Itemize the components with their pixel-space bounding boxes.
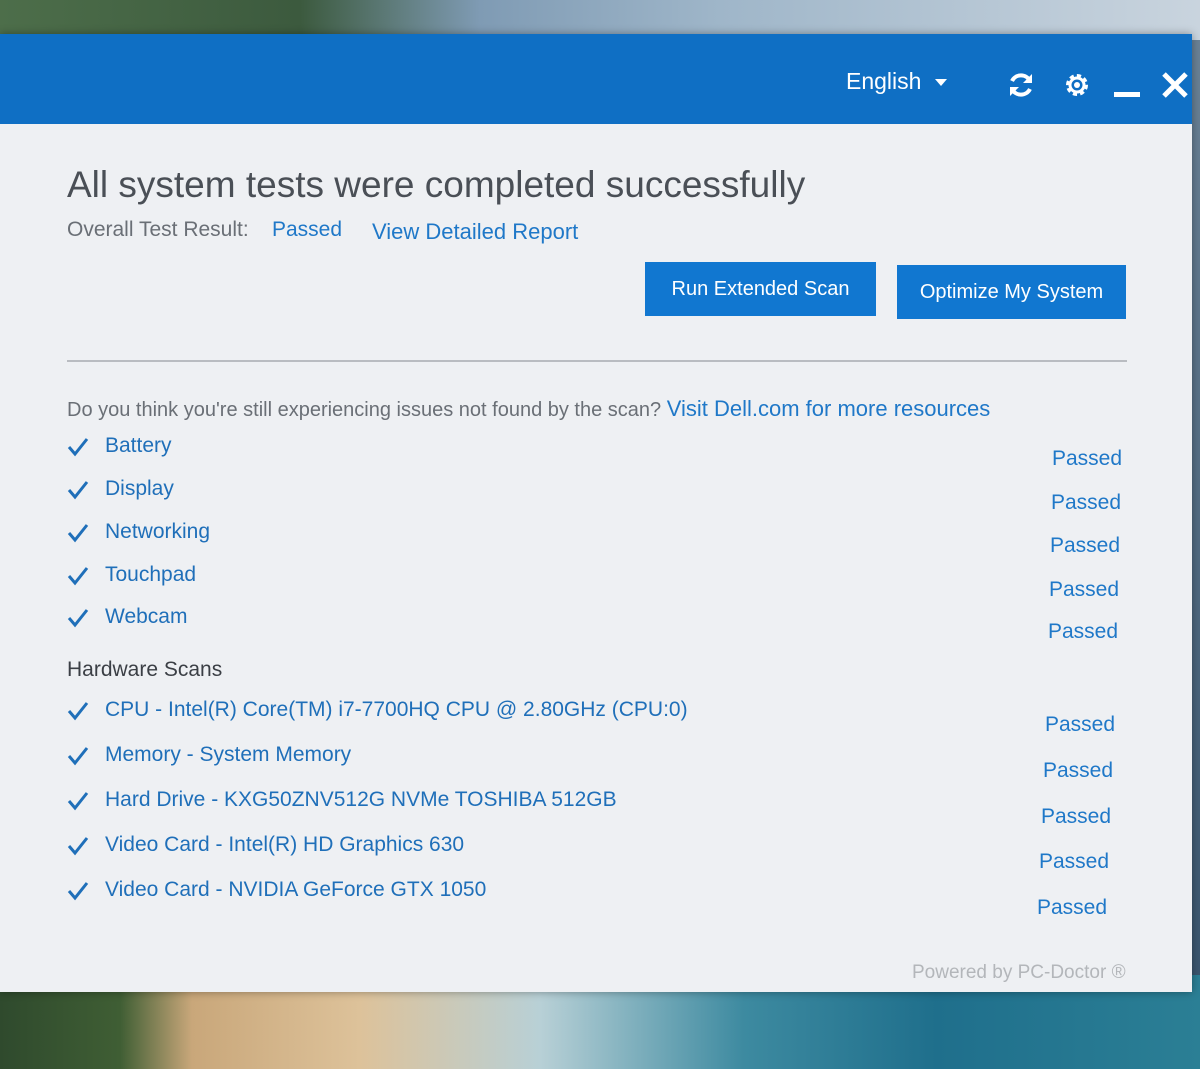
hardware-name: Video Card - Intel(R) HD Graphics 630 xyxy=(105,833,465,856)
test-name: Webcam xyxy=(105,605,188,628)
list-item: Networking Passed xyxy=(67,520,1127,557)
test-status: Passed xyxy=(1049,578,1120,601)
hardware-status: Passed xyxy=(1039,850,1110,873)
test-name: Networking xyxy=(105,520,211,543)
hardware-name: Hard Drive - KXG50ZNV512G NVMe TOSHIBA 5… xyxy=(105,788,617,811)
test-name: Battery xyxy=(105,434,172,457)
language-selector[interactable]: English xyxy=(846,68,921,95)
title-bar: English xyxy=(0,34,1192,124)
table-row: CPU - Intel(R) Core(TM) i7-7700HQ CPU @ … xyxy=(67,698,1127,736)
table-row: Memory - System Memory Passed xyxy=(67,743,1127,782)
hardware-name: Memory - System Memory xyxy=(105,743,352,766)
hardware-scans-heading: Hardware Scans xyxy=(67,658,223,681)
minimize-icon[interactable] xyxy=(1112,70,1142,100)
checkmark-icon xyxy=(67,702,89,721)
hardware-name: Video Card - NVIDIA GeForce GTX 1050 xyxy=(105,878,487,901)
dell-resources-link[interactable]: Visit Dell.com for more resources xyxy=(667,396,991,421)
hardware-name: CPU - Intel(R) Core(TM) i7-7700HQ CPU @ … xyxy=(105,698,688,721)
table-row: Video Card - Intel(R) HD Graphics 630 Pa… xyxy=(67,833,1127,873)
test-status: Passed xyxy=(1051,491,1122,514)
help-question-text: Do you think you're still experiencing i… xyxy=(67,399,667,421)
list-item: Webcam Passed xyxy=(67,605,1127,643)
powered-by-footer: Powered by PC-Doctor ® xyxy=(912,962,1126,983)
list-item: Battery Passed xyxy=(67,434,1127,470)
checkmark-icon xyxy=(67,438,89,457)
overall-result-label: Overall Test Result: xyxy=(67,218,249,241)
test-name: Touchpad xyxy=(105,563,197,586)
test-name: Display xyxy=(105,477,174,500)
view-detailed-report-link[interactable]: View Detailed Report xyxy=(372,219,578,245)
hardware-status: Passed xyxy=(1045,713,1116,736)
optimize-my-system-button[interactable]: Optimize My System xyxy=(897,265,1126,319)
list-item: Touchpad Passed xyxy=(67,563,1127,601)
chevron-down-icon[interactable] xyxy=(935,79,947,86)
hardware-status: Passed xyxy=(1043,759,1114,782)
test-status: Passed xyxy=(1048,620,1119,643)
checkmark-icon xyxy=(67,524,89,543)
checkmark-icon xyxy=(67,747,89,766)
checkmark-icon xyxy=(67,837,89,856)
overall-result-value: Passed xyxy=(272,218,343,241)
hardware-status: Passed xyxy=(1041,805,1112,828)
test-status: Passed xyxy=(1052,447,1123,470)
help-question: Do you think you're still experiencing i… xyxy=(67,396,990,422)
close-icon[interactable] xyxy=(1160,70,1190,100)
checkmark-icon xyxy=(67,609,89,628)
refresh-icon[interactable] xyxy=(1006,70,1036,100)
checkmark-icon xyxy=(67,792,89,811)
checkmark-icon xyxy=(67,567,89,586)
checkmark-icon xyxy=(67,882,89,901)
gear-icon[interactable] xyxy=(1062,70,1092,100)
table-row: Hard Drive - KXG50ZNV512G NVMe TOSHIBA 5… xyxy=(67,788,1127,828)
hardware-status: Passed xyxy=(1037,896,1108,919)
diagnostics-window: English All system tests were completed … xyxy=(0,34,1192,992)
page-title: All system tests were completed successf… xyxy=(67,164,806,205)
list-item: Display Passed xyxy=(67,477,1127,514)
checkmark-icon xyxy=(67,481,89,500)
divider xyxy=(67,360,1127,362)
table-row: Video Card - NVIDIA GeForce GTX 1050 Pas… xyxy=(67,878,1127,919)
test-status: Passed xyxy=(1050,534,1121,557)
run-extended-scan-button[interactable]: Run Extended Scan xyxy=(645,262,876,316)
